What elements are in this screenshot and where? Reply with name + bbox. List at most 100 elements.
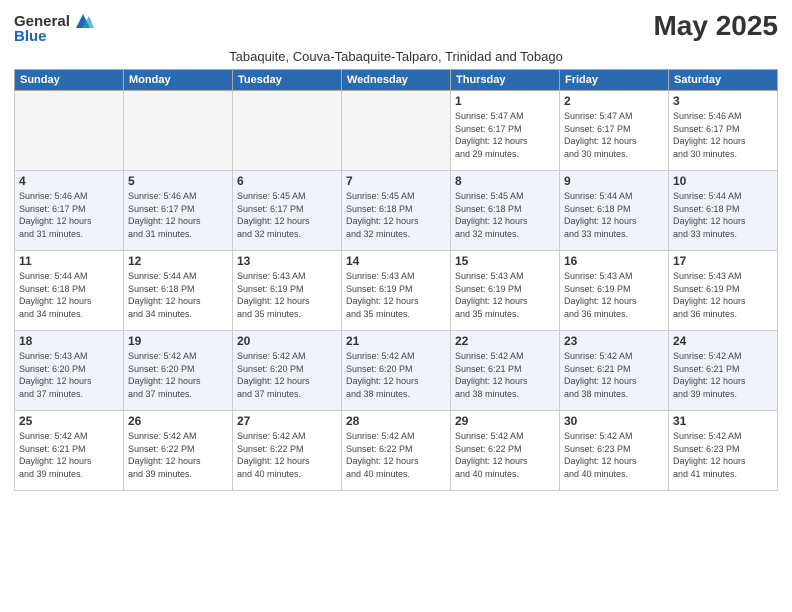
day-info: Sunrise: 5:47 AM Sunset: 6:17 PM Dayligh… [564,110,664,160]
calendar-week-4: 25 Sunrise: 5:42 AM Sunset: 6:21 PM Dayli… [15,411,778,491]
day-number: 30 [564,414,664,428]
day-info: Sunrise: 5:46 AM Sunset: 6:17 PM Dayligh… [673,110,773,160]
day-number: 31 [673,414,773,428]
calendar-week-0: 1 Sunrise: 5:47 AM Sunset: 6:17 PM Daylig… [15,91,778,171]
day-number: 23 [564,334,664,348]
calendar-cell: 12 Sunrise: 5:44 AM Sunset: 6:18 PM Dayli… [124,251,233,331]
calendar-cell: 25 Sunrise: 5:42 AM Sunset: 6:21 PM Dayli… [15,411,124,491]
day-number: 21 [346,334,446,348]
day-info: Sunrise: 5:44 AM Sunset: 6:18 PM Dayligh… [19,270,119,320]
day-info: Sunrise: 5:42 AM Sunset: 6:20 PM Dayligh… [128,350,228,400]
calendar-cell: 28 Sunrise: 5:42 AM Sunset: 6:22 PM Dayli… [342,411,451,491]
day-info: Sunrise: 5:44 AM Sunset: 6:18 PM Dayligh… [128,270,228,320]
day-info: Sunrise: 5:42 AM Sunset: 6:22 PM Dayligh… [346,430,446,480]
day-number: 17 [673,254,773,268]
day-info: Sunrise: 5:43 AM Sunset: 6:19 PM Dayligh… [237,270,337,320]
day-number: 19 [128,334,228,348]
day-number: 10 [673,174,773,188]
day-number: 4 [19,174,119,188]
day-info: Sunrise: 5:42 AM Sunset: 6:20 PM Dayligh… [237,350,337,400]
calendar-cell: 7 Sunrise: 5:45 AM Sunset: 6:18 PM Daylig… [342,171,451,251]
day-number: 5 [128,174,228,188]
day-number: 3 [673,94,773,108]
calendar-cell: 19 Sunrise: 5:42 AM Sunset: 6:20 PM Dayli… [124,331,233,411]
day-number: 11 [19,254,119,268]
calendar-header-row: Sunday Monday Tuesday Wednesday Thursday… [15,70,778,91]
day-number: 2 [564,94,664,108]
calendar-cell: 27 Sunrise: 5:42 AM Sunset: 6:22 PM Dayli… [233,411,342,491]
day-info: Sunrise: 5:42 AM Sunset: 6:22 PM Dayligh… [128,430,228,480]
day-info: Sunrise: 5:43 AM Sunset: 6:19 PM Dayligh… [455,270,555,320]
day-number: 26 [128,414,228,428]
calendar-cell: 11 Sunrise: 5:44 AM Sunset: 6:18 PM Dayli… [15,251,124,331]
day-info: Sunrise: 5:42 AM Sunset: 6:23 PM Dayligh… [673,430,773,480]
calendar-cell: 30 Sunrise: 5:42 AM Sunset: 6:23 PM Dayli… [560,411,669,491]
day-number: 12 [128,254,228,268]
calendar-cell: 29 Sunrise: 5:42 AM Sunset: 6:22 PM Dayli… [451,411,560,491]
calendar-week-3: 18 Sunrise: 5:43 AM Sunset: 6:20 PM Dayli… [15,331,778,411]
day-info: Sunrise: 5:43 AM Sunset: 6:20 PM Dayligh… [19,350,119,400]
calendar-cell [15,91,124,171]
day-info: Sunrise: 5:45 AM Sunset: 6:18 PM Dayligh… [346,190,446,240]
calendar-cell: 9 Sunrise: 5:44 AM Sunset: 6:18 PM Daylig… [560,171,669,251]
day-info: Sunrise: 5:43 AM Sunset: 6:19 PM Dayligh… [673,270,773,320]
calendar-cell: 13 Sunrise: 5:43 AM Sunset: 6:19 PM Dayli… [233,251,342,331]
day-number: 20 [237,334,337,348]
calendar-cell: 20 Sunrise: 5:42 AM Sunset: 6:20 PM Dayli… [233,331,342,411]
calendar-table: Sunday Monday Tuesday Wednesday Thursday… [14,69,778,491]
calendar-cell: 4 Sunrise: 5:46 AM Sunset: 6:17 PM Daylig… [15,171,124,251]
calendar-cell: 22 Sunrise: 5:42 AM Sunset: 6:21 PM Dayli… [451,331,560,411]
calendar-cell [124,91,233,171]
day-number: 18 [19,334,119,348]
calendar-cell: 10 Sunrise: 5:44 AM Sunset: 6:18 PM Dayli… [669,171,778,251]
day-info: Sunrise: 5:43 AM Sunset: 6:19 PM Dayligh… [346,270,446,320]
day-number: 16 [564,254,664,268]
day-info: Sunrise: 5:42 AM Sunset: 6:21 PM Dayligh… [564,350,664,400]
day-info: Sunrise: 5:46 AM Sunset: 6:17 PM Dayligh… [128,190,228,240]
day-info: Sunrise: 5:42 AM Sunset: 6:20 PM Dayligh… [346,350,446,400]
day-number: 15 [455,254,555,268]
header-thursday: Thursday [451,70,560,91]
day-info: Sunrise: 5:42 AM Sunset: 6:22 PM Dayligh… [455,430,555,480]
day-info: Sunrise: 5:45 AM Sunset: 6:17 PM Dayligh… [237,190,337,240]
day-number: 29 [455,414,555,428]
day-number: 7 [346,174,446,188]
day-number: 13 [237,254,337,268]
day-info: Sunrise: 5:47 AM Sunset: 6:17 PM Dayligh… [455,110,555,160]
calendar-cell: 8Sunrise: 5:45 AM Sunset: 6:18 PM Daylig… [451,171,560,251]
logo-blue: Blue [14,28,47,45]
day-info: Sunrise: 5:42 AM Sunset: 6:21 PM Dayligh… [455,350,555,400]
calendar-week-1: 4 Sunrise: 5:46 AM Sunset: 6:17 PM Daylig… [15,171,778,251]
day-info: Sunrise: 5:42 AM Sunset: 6:21 PM Dayligh… [19,430,119,480]
day-number: 22 [455,334,555,348]
header-friday: Friday [560,70,669,91]
header-tuesday: Tuesday [233,70,342,91]
day-number: 27 [237,414,337,428]
logo-general: General [14,13,70,30]
calendar-cell: 3 Sunrise: 5:46 AM Sunset: 6:17 PM Daylig… [669,91,778,171]
day-number: 1 [455,94,555,108]
calendar-cell: 2 Sunrise: 5:47 AM Sunset: 6:17 PM Daylig… [560,91,669,171]
calendar-cell: 21 Sunrise: 5:42 AM Sunset: 6:20 PM Dayli… [342,331,451,411]
calendar-week-2: 11 Sunrise: 5:44 AM Sunset: 6:18 PM Dayli… [15,251,778,331]
day-number: 14 [346,254,446,268]
logo: General Blue [14,10,94,45]
calendar-cell: 16 Sunrise: 5:43 AM Sunset: 6:19 PM Dayli… [560,251,669,331]
day-info: Sunrise: 5:46 AM Sunset: 6:17 PM Dayligh… [19,190,119,240]
day-info: Sunrise: 5:45 AM Sunset: 6:18 PM Dayligh… [455,190,555,240]
calendar-cell: 15 Sunrise: 5:43 AM Sunset: 6:19 PM Dayli… [451,251,560,331]
day-number: 9 [564,174,664,188]
header-saturday: Saturday [669,70,778,91]
day-info: Sunrise: 5:44 AM Sunset: 6:18 PM Dayligh… [673,190,773,240]
logo-icon [72,10,94,32]
day-number: 28 [346,414,446,428]
calendar-cell [233,91,342,171]
header-wednesday: Wednesday [342,70,451,91]
day-info: Sunrise: 5:43 AM Sunset: 6:19 PM Dayligh… [564,270,664,320]
calendar-cell: 18 Sunrise: 5:43 AM Sunset: 6:20 PM Dayli… [15,331,124,411]
day-number: 25 [19,414,119,428]
day-info: Sunrise: 5:42 AM Sunset: 6:23 PM Dayligh… [564,430,664,480]
day-info: Sunrise: 5:42 AM Sunset: 6:22 PM Dayligh… [237,430,337,480]
calendar-cell: 14 Sunrise: 5:43 AM Sunset: 6:19 PM Dayli… [342,251,451,331]
day-info: Sunrise: 5:44 AM Sunset: 6:18 PM Dayligh… [564,190,664,240]
